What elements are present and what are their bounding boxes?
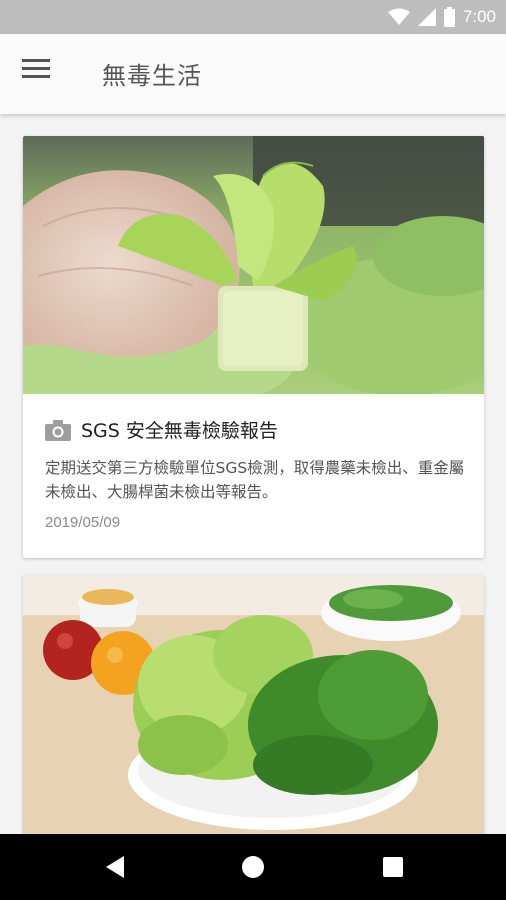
camera-icon xyxy=(45,419,71,441)
system-nav-bar xyxy=(0,834,506,900)
article-card[interactable]: SGS 安全無毒檢驗報告 定期送交第三方檢驗單位SGS檢測，取得農藥未檢出、重金… xyxy=(23,136,484,558)
wifi-icon xyxy=(387,8,410,25)
app-bar: 無毒生活 xyxy=(0,34,506,114)
signal-icon xyxy=(417,8,436,26)
card-title: SGS 安全無毒檢驗報告 xyxy=(81,420,278,442)
lettuce-seedling-gloved-hand-photo[interactable] xyxy=(23,136,484,394)
status-time: 7:00 xyxy=(462,7,496,26)
card-title-row: SGS 安全無毒檢驗報告 xyxy=(45,416,278,443)
home-icon[interactable] xyxy=(233,848,273,886)
content-list[interactable]: SGS 安全無毒檢驗報告 定期送交第三方檢驗單位SGS檢測，取得農藥未檢出、重金… xyxy=(0,114,506,834)
battery-icon xyxy=(443,7,455,27)
recents-icon[interactable] xyxy=(373,848,413,886)
page-title: 無毒生活 xyxy=(102,62,202,90)
back-icon[interactable] xyxy=(95,848,135,886)
status-icons: 7:00 xyxy=(387,6,496,28)
card-date: 2019/05/09 xyxy=(45,514,121,531)
article-card[interactable] xyxy=(23,575,484,834)
card-description: 定期送交第三方檢驗單位SGS檢測，取得農藥未檢出、重金屬未檢出、大腸桿菌未檢出等… xyxy=(45,459,465,501)
salad-plate-with-fruits-photo[interactable] xyxy=(23,575,484,834)
hamburger-menu-icon[interactable] xyxy=(22,58,58,90)
status-bar: 7:00 xyxy=(0,0,506,34)
